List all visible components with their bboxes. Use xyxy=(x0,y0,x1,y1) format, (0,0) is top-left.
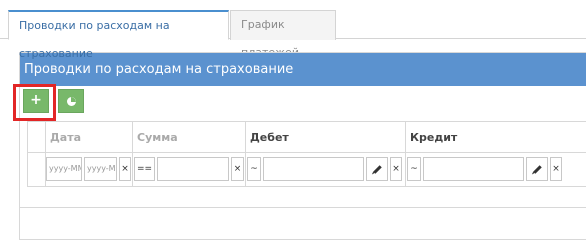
sum-clear-button[interactable]: × xyxy=(231,157,244,181)
filter-cell-credit: ~ × xyxy=(406,153,586,187)
date-from-input[interactable]: yyyy-MM-dd xyxy=(46,157,82,181)
tab-payment-schedule[interactable]: График платежей xyxy=(230,10,336,59)
pie-chart-icon xyxy=(66,97,76,106)
panel-title: Проводки по расходам на страхование xyxy=(20,53,586,86)
debit-operator-select[interactable]: ~ xyxy=(247,157,261,181)
debit-edit-button[interactable] xyxy=(366,157,388,181)
pencil-icon xyxy=(532,165,542,174)
credit-operator-select[interactable]: ~ xyxy=(407,157,421,181)
filter-cell-date: yyyy-MM-dd yyyy-MM-dd × xyxy=(46,153,133,187)
filter-cell-debit: ~ × xyxy=(246,153,406,187)
date-clear-button[interactable]: × xyxy=(119,157,131,181)
pencil-icon xyxy=(372,165,382,174)
tab-insurance-postings[interactable]: Проводки по расходам на страхование xyxy=(8,10,229,60)
sum-input[interactable] xyxy=(157,157,229,181)
column-header-debit[interactable]: Дебет xyxy=(246,122,406,153)
column-header-empty xyxy=(28,122,46,153)
debit-clear-button[interactable]: × xyxy=(390,157,402,181)
filter-cell-sum: == × xyxy=(133,153,246,187)
postings-grid: Дата Сумма Дебет Кредит yyyy-MM-dd yyyy-… xyxy=(27,121,586,187)
credit-edit-button[interactable] xyxy=(526,157,548,181)
column-header-date[interactable]: Дата xyxy=(46,122,133,153)
sum-operator-select[interactable]: == xyxy=(134,157,155,181)
date-to-input[interactable]: yyyy-MM-dd xyxy=(84,157,117,181)
highlight-box xyxy=(13,84,56,121)
column-header-credit[interactable]: Кредит xyxy=(406,122,586,153)
divider xyxy=(19,207,586,208)
filter-cell-empty xyxy=(28,153,46,187)
tab-bar: Проводки по расходам на страхование Граф… xyxy=(0,0,586,60)
chart-button[interactable] xyxy=(58,89,84,113)
credit-input[interactable] xyxy=(423,157,524,181)
credit-clear-button[interactable]: × xyxy=(550,157,562,181)
debit-input[interactable] xyxy=(263,157,364,181)
column-header-sum[interactable]: Сумма xyxy=(133,122,246,153)
